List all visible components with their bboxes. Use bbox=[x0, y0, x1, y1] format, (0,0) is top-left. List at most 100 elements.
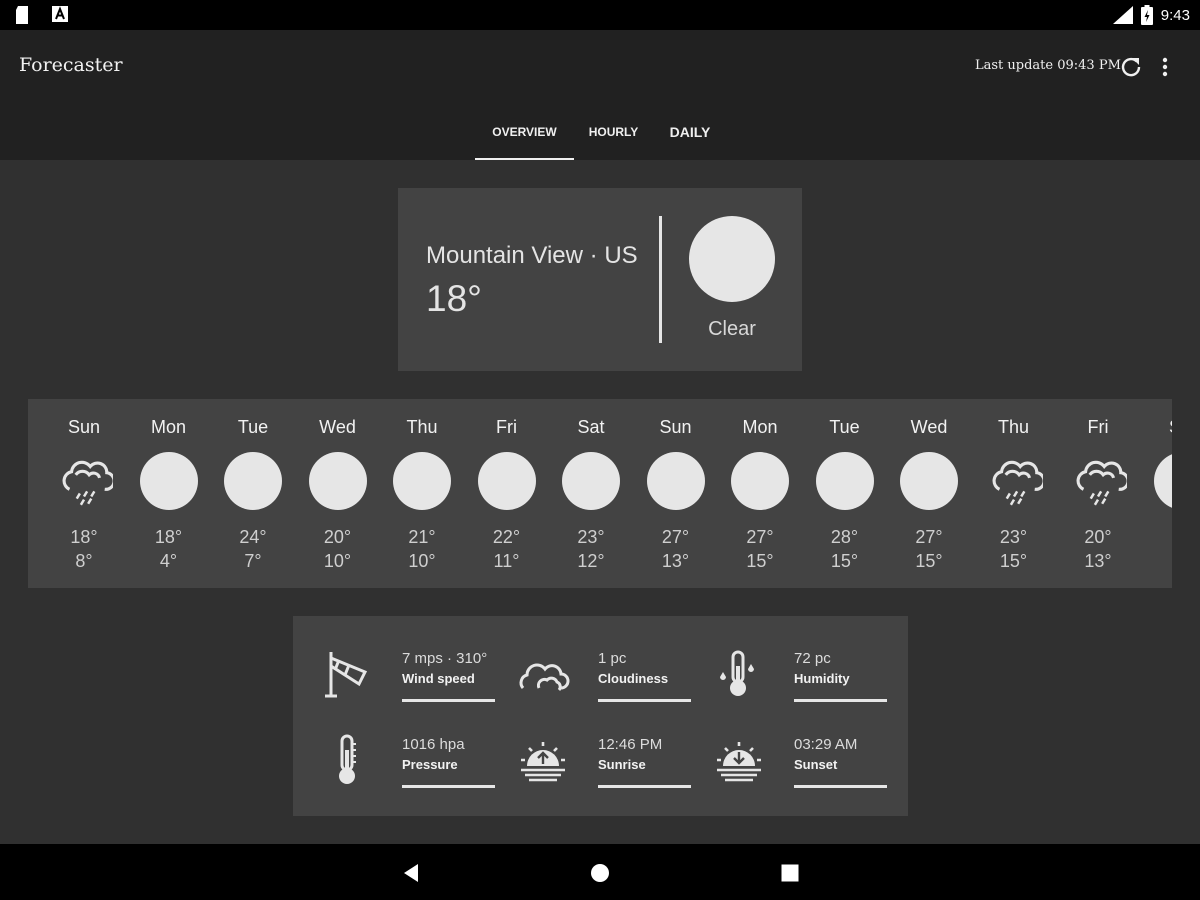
current-condition: Clear bbox=[708, 318, 756, 340]
signal-icon bbox=[1112, 6, 1133, 24]
last-update-text: Last update 09:43 PM bbox=[975, 58, 1121, 73]
home-icon[interactable] bbox=[588, 861, 612, 885]
tab-hourly[interactable]: HOURLY bbox=[577, 110, 650, 160]
sun-icon bbox=[224, 452, 282, 510]
notification-a-icon bbox=[52, 6, 68, 22]
forecast-high: 24° bbox=[239, 527, 267, 547]
forecast-low: 7° bbox=[244, 551, 262, 571]
back-icon[interactable] bbox=[399, 861, 423, 885]
detail-value: 7 mps · 310° bbox=[402, 650, 488, 667]
daily-forecast-card[interactable]: Sun 18° 8° Mon 18° 4° Tue 24° 7° Wed 20° 10° Thu 21° 1… bbox=[28, 399, 1172, 588]
forecast-high: 18° bbox=[70, 527, 98, 547]
forecast-day-name: Wed bbox=[910, 417, 948, 437]
cloud-icon bbox=[515, 646, 571, 702]
forecast-high: 27° bbox=[746, 527, 774, 547]
status-bar: 9:43 bbox=[0, 0, 1200, 30]
detail-underline bbox=[794, 699, 887, 702]
forecast-day[interactable]: Sun 27° 13° bbox=[634, 399, 718, 588]
forecast-day-name: Thu bbox=[406, 417, 438, 437]
navigation-bar bbox=[0, 844, 1200, 900]
forecast-day[interactable]: Sun 18° 8° bbox=[42, 399, 126, 588]
forecast-low: 4° bbox=[159, 551, 178, 571]
rain-cloud-icon bbox=[985, 452, 1046, 510]
forecast-low: 13° bbox=[1084, 551, 1112, 571]
forecast-low: 15° bbox=[915, 551, 943, 571]
clock: 9:43 bbox=[1160, 6, 1190, 24]
forecast-day[interactable]: Sat bbox=[1141, 399, 1172, 588]
detail-humidity: 72 pc Humidity bbox=[691, 646, 887, 726]
sun-icon bbox=[646, 452, 705, 510]
forecast-day-name: Tue bbox=[829, 417, 860, 437]
thermometer-icon bbox=[319, 732, 375, 788]
sun-icon bbox=[689, 216, 775, 302]
detail-value: 03:29 AM bbox=[794, 736, 858, 753]
forecast-high: 23° bbox=[999, 527, 1028, 547]
sun-icon bbox=[731, 452, 789, 510]
rain-cloud-icon bbox=[55, 452, 116, 510]
forecast-day[interactable]: Sat 23° 12° bbox=[549, 399, 633, 588]
forecast-day-name: Sat bbox=[577, 417, 605, 437]
forecast-day[interactable]: Thu 21° 10° bbox=[380, 399, 464, 588]
forecast-high: 20° bbox=[323, 527, 352, 547]
sun-icon bbox=[393, 452, 451, 510]
forecast-day[interactable]: Fri 22° 11° bbox=[465, 399, 549, 588]
forecast-high: 22° bbox=[492, 527, 521, 547]
forecast-low: 8° bbox=[75, 551, 93, 571]
sun-icon bbox=[308, 452, 367, 510]
battery-icon bbox=[1140, 5, 1153, 25]
detail-label: Wind speed bbox=[402, 671, 475, 686]
forecast-day-name: Tue bbox=[237, 417, 269, 437]
sun-icon bbox=[1153, 452, 1172, 510]
windsock-icon bbox=[319, 646, 375, 702]
detail-label: Humidity bbox=[794, 671, 850, 686]
sun-icon bbox=[139, 452, 198, 510]
rain-cloud-icon bbox=[1069, 452, 1130, 510]
forecast-day-name: Sun bbox=[67, 417, 101, 437]
forecast-low: 15° bbox=[746, 551, 774, 571]
detail-value: 1 pc bbox=[598, 650, 627, 667]
forecast-high: 28° bbox=[830, 527, 859, 547]
forecast-day[interactable]: Tue 24° 7° bbox=[211, 399, 295, 588]
current-temperature: 18° bbox=[426, 278, 482, 319]
forecast-day-name: Mon bbox=[742, 417, 778, 437]
forecast-day[interactable]: Thu 23° 15° bbox=[972, 399, 1056, 588]
tab-daily[interactable]: DAILY bbox=[655, 110, 725, 160]
forecast-day-name: Thu bbox=[997, 417, 1030, 437]
recents-icon[interactable] bbox=[778, 861, 802, 885]
detail-underline bbox=[402, 785, 495, 788]
refresh-icon[interactable] bbox=[1119, 55, 1143, 79]
forecast-day[interactable]: Tue 28° 15° bbox=[803, 399, 887, 588]
forecast-low: 13° bbox=[661, 551, 690, 571]
sun-icon bbox=[562, 452, 620, 510]
forecast-day[interactable]: Mon 27° 15° bbox=[718, 399, 802, 588]
forecast-low: 11° bbox=[493, 551, 520, 571]
forecast-high: 18° bbox=[154, 527, 183, 547]
sunset-icon bbox=[711, 732, 767, 788]
location-label: Mountain View · US bbox=[426, 242, 638, 269]
detail-underline bbox=[402, 699, 495, 702]
tab-bar: OVERVIEW HOURLY DAILY bbox=[0, 110, 1200, 160]
forecast-day[interactable]: Wed 27° 15° bbox=[887, 399, 971, 588]
divider bbox=[659, 216, 662, 343]
sun-icon bbox=[477, 452, 536, 510]
forecast-day-name: Wed bbox=[319, 417, 356, 437]
detail-pressure: 1016 hpa Pressure bbox=[299, 732, 495, 812]
overflow-menu-icon[interactable] bbox=[1155, 55, 1175, 79]
forecast-low: 15° bbox=[999, 551, 1028, 571]
tab-overview[interactable]: OVERVIEW bbox=[475, 110, 574, 160]
forecast-day[interactable]: Mon 18° 4° bbox=[127, 399, 211, 588]
current-weather-card: Mountain View · US 18° Clear bbox=[398, 188, 802, 371]
forecast-day[interactable]: Wed 20° 10° bbox=[296, 399, 380, 588]
detail-label: Pressure bbox=[402, 757, 458, 772]
forecast-high: 27° bbox=[915, 527, 943, 547]
details-card: 7 mps · 310° Wind speed 1 pc Cloudiness 72 p… bbox=[293, 616, 908, 816]
forecast-high: 27° bbox=[661, 527, 690, 547]
detail-wind-speed: 7 mps · 310° Wind speed bbox=[299, 646, 495, 726]
sunrise-icon bbox=[515, 732, 571, 788]
forecast-day-name: Mon bbox=[150, 417, 186, 437]
forecast-high: 23° bbox=[577, 527, 605, 547]
forecast-day[interactable]: Fri 20° 13° bbox=[1056, 399, 1140, 588]
detail-cloudiness: 1 pc Cloudiness bbox=[495, 646, 691, 726]
forecast-low: 12° bbox=[577, 551, 605, 571]
detail-underline bbox=[794, 785, 887, 788]
